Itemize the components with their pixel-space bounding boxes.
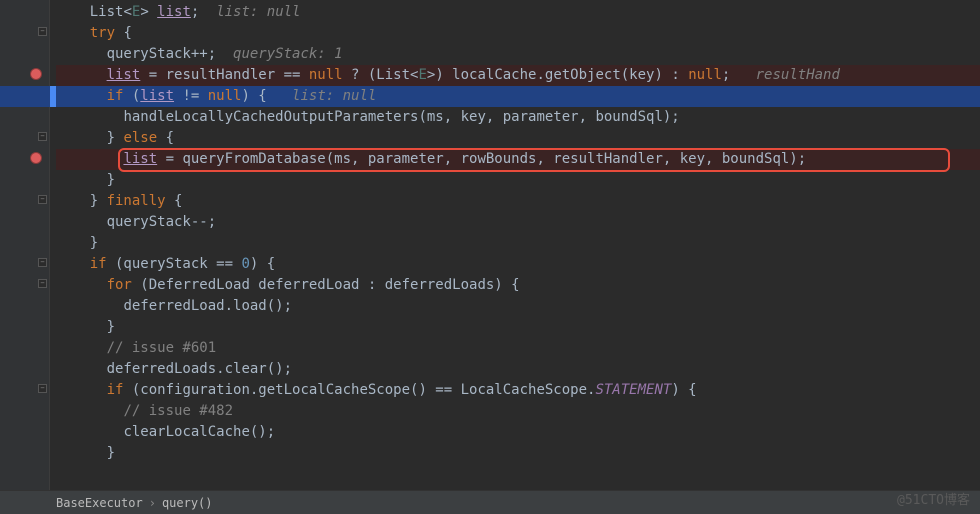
highlight-annotation [118,148,950,172]
method-call: handleLocallyCachedOutputParameters(ms, … [123,109,679,125]
inline-hint: list: null [292,88,376,104]
keyword-try: try [90,25,115,41]
current-execution-line: if (list != null) { list: null [0,86,980,107]
comment: // issue #601 [107,340,217,356]
stmt: queryStack++; [107,46,217,62]
gutter: − − − − − − − [0,0,50,490]
breakpoint-icon[interactable] [30,68,42,80]
fold-icon[interactable]: − [38,279,47,288]
code-area[interactable]: List<E> list; list: null try { queryStac… [56,0,980,464]
var-list: list [107,67,141,83]
stmt: queryStack--; [107,214,217,230]
breadcrumb[interactable]: BaseExecutor › query() [0,490,980,514]
chevron-right-icon: › [149,496,156,510]
fold-icon[interactable]: − [38,384,47,393]
inline-hint: queryStack: 1 [216,46,342,62]
breadcrumb-class[interactable]: BaseExecutor [56,496,143,510]
fold-icon[interactable]: − [38,195,47,204]
watermark: @51CTO博客 [897,489,970,508]
fold-icon[interactable]: − [38,132,47,141]
stmt: deferredLoads.clear(); [107,361,292,377]
brace: { [115,25,132,41]
stmt: deferredLoad.load(); [123,298,292,314]
fold-icon[interactable]: − [38,258,47,267]
code-editor[interactable]: − − − − − − − List<E> list; list: null t… [0,0,980,490]
stmt: clearLocalCache(); [123,424,275,440]
fold-icon[interactable]: − [38,27,47,36]
breakpoint-icon[interactable] [30,152,42,164]
comment: // issue #482 [123,403,233,419]
breadcrumb-method[interactable]: query() [162,496,213,510]
